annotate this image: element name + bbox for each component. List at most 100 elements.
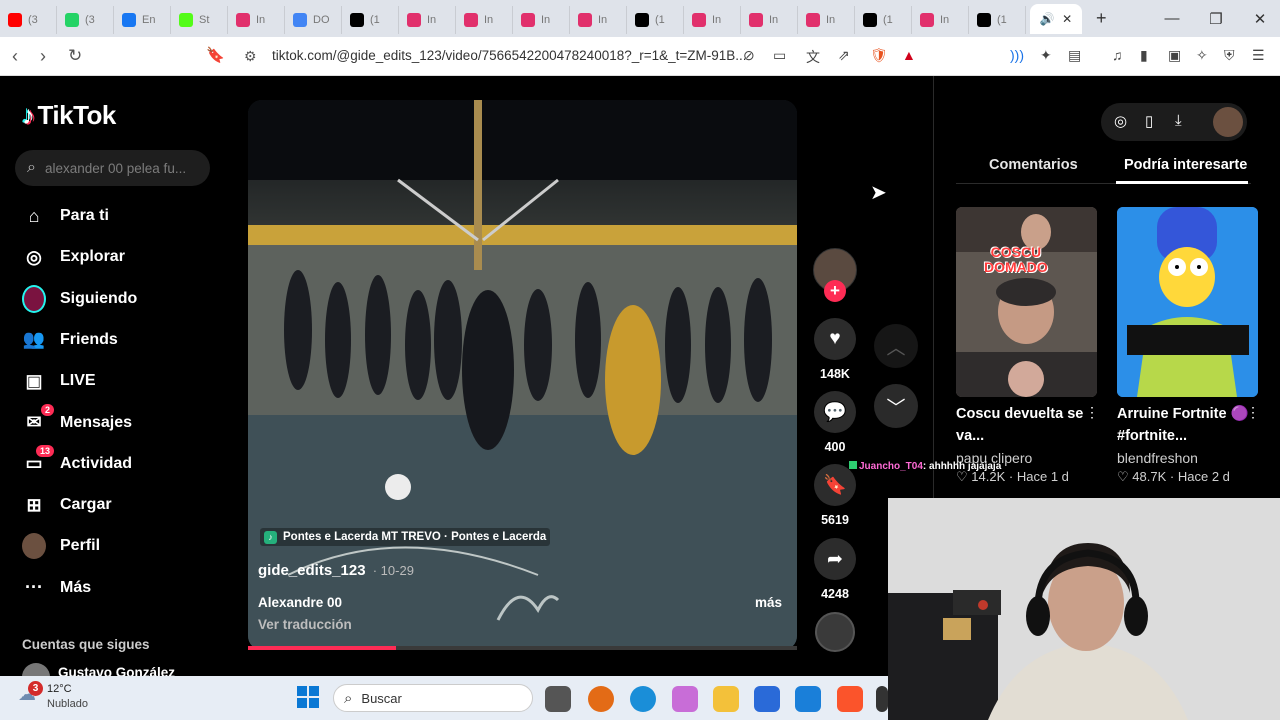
- reload-icon[interactable]: ↻: [68, 46, 82, 66]
- browser-tab[interactable]: (1: [855, 5, 912, 34]
- browser-tab[interactable]: In: [798, 5, 855, 34]
- browser-tab[interactable]: (1: [969, 5, 1026, 34]
- app-icon[interactable]: [588, 686, 614, 712]
- minimize-button[interactable]: —: [1150, 0, 1194, 37]
- menu-icon[interactable]: ☰: [1252, 47, 1265, 64]
- weather-temp[interactable]: 12°C: [47, 683, 72, 695]
- sidebar-item-mensajes[interactable]: ✉ 2 Mensajes: [22, 403, 132, 435]
- browser-tab[interactable]: (3: [57, 5, 114, 34]
- next-video-button[interactable]: ﹀: [874, 384, 918, 428]
- sidebar-item-friends[interactable]: 👥 Friends: [22, 328, 118, 352]
- site-settings-icon[interactable]: ⚙: [244, 48, 257, 65]
- comment-button[interactable]: 💬: [814, 391, 856, 433]
- user-avatar[interactable]: [1213, 107, 1243, 137]
- sound-avatar[interactable]: [815, 612, 855, 652]
- browser-tab[interactable]: St: [171, 5, 228, 34]
- back-icon[interactable]: ‹: [12, 46, 18, 67]
- follow-plus-button[interactable]: +: [824, 280, 846, 302]
- browser-tab[interactable]: In: [513, 5, 570, 34]
- suggested-video-thumb[interactable]: [1117, 207, 1258, 397]
- maximize-button[interactable]: ❐: [1194, 0, 1238, 37]
- suggested-video-title[interactable]: Arruine Fortnite 🟣 #fortnite...: [1117, 403, 1252, 447]
- browser-tab[interactable]: In: [741, 5, 798, 34]
- sidebar-item-cargar[interactable]: ⊞ Cargar: [22, 493, 111, 517]
- taskbar-search[interactable]: ⌕ Buscar: [333, 684, 533, 712]
- weather-condition[interactable]: Nublado: [47, 698, 88, 710]
- browser-tab[interactable]: In: [399, 5, 456, 34]
- active-browser-tab[interactable]: 🔊 ✕: [1030, 3, 1082, 34]
- translate-link[interactable]: Ver traducción: [258, 617, 352, 632]
- tab-comments[interactable]: Comentarios: [989, 157, 1078, 173]
- wallet-icon[interactable]: ▣: [1168, 47, 1181, 64]
- leo-ai-icon[interactable]: ✧: [1196, 47, 1208, 64]
- translate-icon[interactable]: 文: [806, 47, 820, 67]
- app-icon[interactable]: [876, 686, 888, 712]
- sidebar-item-para-ti[interactable]: ⌂ Para ti: [22, 204, 109, 228]
- media-icon[interactable]: ♫: [1112, 47, 1123, 63]
- music-label[interactable]: ♪ Pontes e Lacerda MT TREVO · Pontes e L…: [260, 528, 551, 546]
- stats-separator: ·: [1008, 469, 1014, 484]
- tab-suggestions[interactable]: Podría interesarte: [1124, 157, 1247, 173]
- suggested-video-user[interactable]: blendfreshon: [1117, 450, 1198, 466]
- download-icon[interactable]: ⤓: [1175, 112, 1182, 129]
- more-options-icon[interactable]: ⋮: [1246, 404, 1260, 421]
- new-tab-button[interactable]: +: [1096, 8, 1107, 29]
- browser-tab[interactable]: En: [114, 5, 171, 34]
- sidebar-item-siguiendo[interactable]: Siguiendo: [22, 284, 137, 313]
- extensions-icon[interactable]: ✦: [1040, 47, 1052, 64]
- sidebar-item-más[interactable]: ··· Más: [22, 576, 91, 600]
- browser-tab[interactable]: In: [228, 5, 285, 34]
- sidebar-item-actividad[interactable]: ▭ 13 Actividad: [22, 444, 132, 476]
- instagram-icon: [920, 12, 934, 27]
- browser-tab[interactable]: In: [570, 5, 627, 34]
- tiktok-logo[interactable]: ♪ TikTok: [22, 100, 116, 131]
- brave-rewards-icon[interactable]: ▲: [902, 47, 916, 63]
- share-icon[interactable]: ⇗: [838, 47, 850, 64]
- search-input[interactable]: ⌕ alexander 00 pelea fu...: [15, 150, 210, 186]
- suggested-video-title[interactable]: Coscu devuelta se va...: [956, 403, 1091, 447]
- sidebar-item-label: Más: [60, 578, 92, 596]
- edge-icon[interactable]: [630, 686, 656, 712]
- browser-tab[interactable]: In: [912, 5, 969, 34]
- browser-tab[interactable]: In: [456, 5, 513, 34]
- more-options-icon[interactable]: ⋮: [1085, 404, 1099, 421]
- no-track-icon[interactable]: ⊘: [743, 47, 755, 64]
- tab-search-icon[interactable]: ▤: [1068, 47, 1081, 64]
- caption-more-button[interactable]: más: [755, 595, 782, 610]
- share-button[interactable]: ➦: [814, 538, 856, 580]
- browser-tab[interactable]: (1: [342, 5, 399, 34]
- audio-playing-icon[interactable]: ))): [1010, 47, 1024, 63]
- browser-tab[interactable]: In: [684, 5, 741, 34]
- browser-tab[interactable]: DO: [285, 5, 342, 34]
- close-tab-icon[interactable]: ✕: [1062, 12, 1072, 26]
- sidebar-item-explorar[interactable]: ◎ Explorar: [22, 245, 125, 269]
- outlook-icon[interactable]: [795, 686, 821, 712]
- address-bar[interactable]: tiktok.com/@gide_edits_123/video/7566542…: [272, 48, 747, 63]
- file-explorer-icon[interactable]: [713, 686, 739, 712]
- browser-tab[interactable]: (3: [0, 5, 57, 34]
- close-window-button[interactable]: ✕: [1238, 0, 1280, 37]
- instagram-icon: [407, 12, 421, 27]
- previous-video-button[interactable]: ︿: [874, 324, 918, 368]
- browser-tab-label: In: [940, 13, 950, 26]
- like-button[interactable]: ♥: [814, 318, 856, 360]
- sidebar-icon[interactable]: ▮: [1140, 47, 1148, 64]
- sidebar-item-live[interactable]: ▣ LIVE: [22, 369, 95, 393]
- vpn-icon[interactable]: ⛨: [1224, 47, 1235, 64]
- windows-start-icon[interactable]: [297, 686, 319, 708]
- explore-icon[interactable]: ◎: [1114, 112, 1127, 130]
- notification-badge: 13: [35, 444, 54, 457]
- suggested-video-thumb[interactable]: [956, 207, 1097, 397]
- brave-shield-icon[interactable]: 🛡: [870, 47, 888, 64]
- copilot-icon[interactable]: [672, 686, 698, 712]
- task-view-icon[interactable]: [545, 686, 571, 712]
- brave-icon[interactable]: [837, 686, 863, 712]
- browser-tab[interactable]: (1: [627, 5, 684, 34]
- device-icon[interactable]: ▯: [1145, 112, 1153, 130]
- store-icon[interactable]: [754, 686, 780, 712]
- forward-icon[interactable]: ›: [40, 46, 46, 67]
- video-username[interactable]: gide_edits_123 · 10-29: [258, 562, 414, 579]
- bookmark-icon[interactable]: 🔖: [206, 46, 225, 64]
- cast-icon[interactable]: ▭: [773, 47, 786, 64]
- sidebar-item-perfil[interactable]: Perfil: [22, 533, 100, 560]
